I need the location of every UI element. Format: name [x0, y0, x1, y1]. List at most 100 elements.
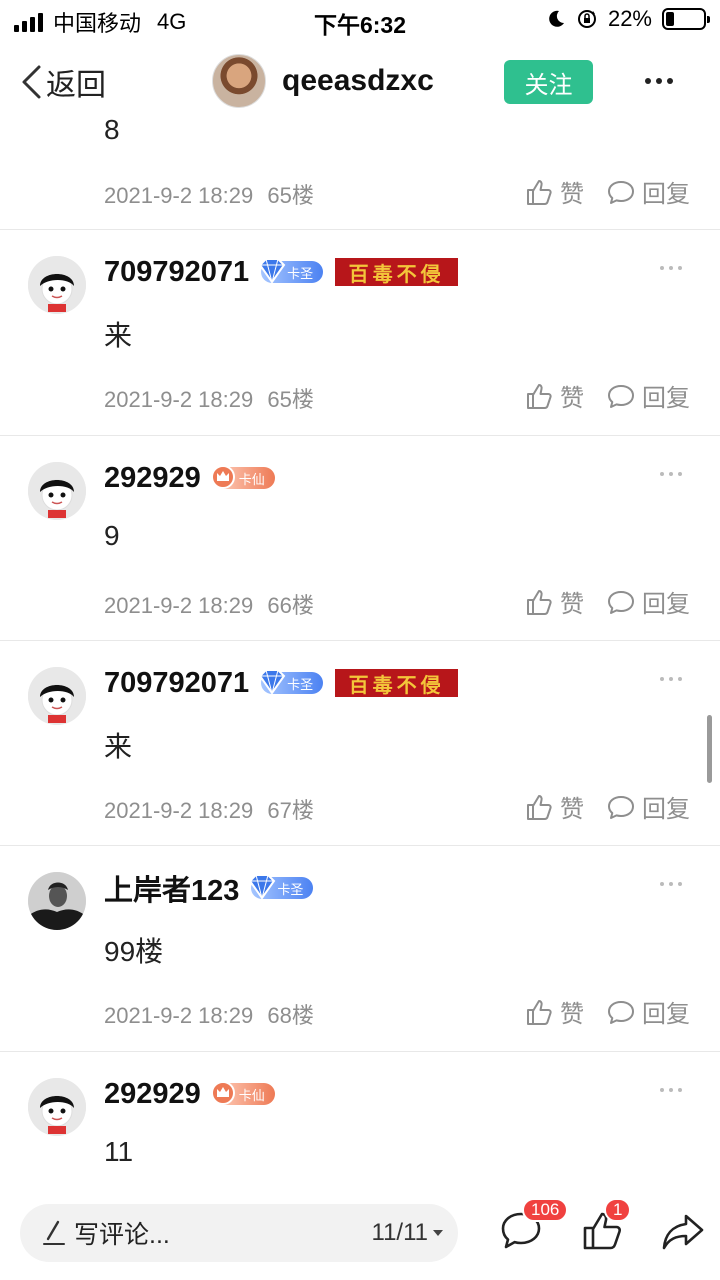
status-bar: 中国移动 4G 下午6:32 22% — [0, 0, 720, 40]
gem-icon — [258, 669, 286, 695]
reply-label: 回复 — [642, 591, 690, 618]
level-badge: 卡仙 — [210, 465, 275, 489]
thumbs-up-icon — [527, 589, 552, 615]
like-button[interactable]: 赞 — [524, 378, 584, 413]
thumbs-up-icon — [527, 999, 552, 1025]
like-button[interactable]: 赞 — [524, 994, 584, 1029]
post-username[interactable]: 709792071 — [104, 256, 249, 289]
comments-button[interactable]: 106 — [498, 1198, 569, 1259]
post-date: 2021-9-2 18:29 — [104, 798, 254, 823]
reply-list: 8 2021-9-2 18:29 65楼 赞 回复 709792071 卡圣 百… — [0, 110, 720, 1192]
level-badge: 卡圣 — [258, 258, 324, 284]
crown-icon — [210, 1081, 235, 1105]
battery-percent: 22% — [607, 6, 652, 31]
poster-username: qeeasdzxc — [282, 64, 434, 97]
like-button[interactable]: 赞 — [524, 789, 584, 824]
thumbs-up-icon — [527, 383, 552, 409]
post-meta: 2021-9-2 18:29 65楼 — [104, 382, 314, 414]
avatar[interactable] — [28, 872, 86, 930]
post-username[interactable]: 292929 — [104, 462, 201, 495]
crown-icon — [210, 465, 235, 489]
more-icon[interactable] — [660, 1088, 682, 1092]
reply-button[interactable]: 回复 — [606, 174, 690, 209]
more-icon[interactable] — [660, 266, 682, 270]
post-meta: 2021-9-2 18:29 66楼 — [104, 588, 314, 620]
nav-header: 返回 qeeasdzxc 关注 — [0, 40, 720, 120]
comment-input[interactable]: 写评论... 11/11 — [20, 1204, 458, 1262]
rotation-lock-icon — [577, 10, 596, 28]
like-button[interactable]: 赞 — [524, 174, 584, 209]
list-item: 8 2021-9-2 18:29 65楼 赞 回复 — [0, 110, 720, 230]
level-badge: 卡圣 — [258, 669, 324, 695]
post-username[interactable]: 上岸者123 — [104, 867, 239, 909]
post-floor: 68楼 — [267, 1003, 314, 1028]
avatar[interactable] — [28, 667, 86, 725]
comment-bubble-icon — [608, 384, 634, 408]
post-meta: 2021-9-2 18:29 68楼 — [104, 998, 314, 1030]
comment-placeholder: 写评论... — [74, 1221, 170, 1249]
more-icon[interactable] — [660, 882, 682, 886]
post-username[interactable]: 292929 — [104, 1078, 201, 1111]
post-username[interactable]: 709792071 — [104, 667, 249, 700]
gem-icon — [258, 258, 286, 284]
like-label: 赞 — [560, 591, 584, 618]
bottom-bar: 写评论... 11/11 106 1 — [0, 1190, 720, 1280]
avatar[interactable] — [28, 462, 86, 520]
list-item: 292929 卡仙 11 — [0, 1052, 720, 1192]
moon-icon — [549, 10, 564, 27]
reply-label: 回复 — [642, 181, 690, 208]
post-meta: 2021-9-2 18:29 67楼 — [104, 793, 314, 825]
thread-like-button[interactable]: 1 — [580, 1198, 632, 1259]
like-count-badge: 1 — [604, 1198, 632, 1222]
scrollbar[interactable] — [707, 715, 712, 783]
more-icon[interactable] — [645, 78, 673, 84]
avatar[interactable] — [28, 1078, 86, 1136]
share-button[interactable] — [660, 1208, 706, 1259]
post-floor: 66楼 — [267, 593, 314, 618]
list-item: 292929 卡仙 9 2021-9-2 18:29 66楼 赞 回复 — [0, 436, 720, 641]
reply-label: 回复 — [642, 796, 690, 823]
page-indicator: 11/11 — [371, 1219, 429, 1246]
reply-label: 回复 — [642, 1001, 690, 1028]
list-item: 709792071 卡圣 百毒不侵 来 2021-9-2 18:29 65楼 赞… — [0, 230, 720, 436]
post-floor: 67楼 — [267, 798, 314, 823]
back-button[interactable]: 返回 — [20, 60, 106, 104]
list-item: 709792071 卡圣 百毒不侵 来 2021-9-2 18:29 67楼 赞… — [0, 641, 720, 846]
battery-icon — [662, 8, 710, 30]
share-arrow-icon — [662, 1214, 704, 1250]
like-label: 赞 — [560, 1001, 584, 1028]
comment-count-badge: 106 — [522, 1198, 569, 1222]
post-content: 9 — [104, 520, 120, 551]
avatar[interactable] — [28, 256, 86, 314]
reply-button[interactable]: 回复 — [606, 378, 690, 413]
pen-icon — [43, 1220, 65, 1245]
post-date: 2021-9-2 18:29 — [104, 1003, 254, 1028]
caret-down-icon — [433, 1230, 443, 1236]
comment-bubble-icon — [608, 795, 634, 819]
page-selector[interactable]: 11/11 — [372, 1204, 445, 1262]
follow-button[interactable]: 关注 — [504, 60, 593, 104]
title-tag: 百毒不侵 — [335, 669, 459, 697]
more-icon[interactable] — [660, 472, 682, 476]
level-badge: 卡圣 — [249, 874, 314, 900]
reply-button[interactable]: 回复 — [606, 994, 690, 1029]
reply-button[interactable]: 回复 — [606, 584, 690, 619]
list-item: 上岸者123 卡圣 99楼 2021-9-2 18:29 68楼 赞 回复 — [0, 846, 720, 1052]
gem-icon — [249, 874, 276, 900]
back-chevron-icon — [22, 65, 41, 99]
post-content: 8 — [104, 114, 120, 145]
comment-bubble-icon — [608, 1000, 634, 1024]
avatar[interactable] — [212, 54, 266, 108]
thumbs-up-icon — [527, 179, 552, 205]
title-tag: 百毒不侵 — [335, 258, 459, 286]
more-icon[interactable] — [660, 677, 682, 681]
post-date: 2021-9-2 18:29 — [104, 387, 254, 412]
like-button[interactable]: 赞 — [524, 584, 584, 619]
like-label: 赞 — [560, 181, 584, 208]
reply-button[interactable]: 回复 — [606, 789, 690, 824]
poster-profile[interactable]: qeeasdzxc — [212, 54, 434, 108]
post-floor: 65楼 — [267, 183, 314, 208]
post-content: 11 — [104, 1136, 134, 1167]
post-content: 来 — [104, 320, 133, 351]
thumbs-up-icon — [527, 794, 552, 820]
